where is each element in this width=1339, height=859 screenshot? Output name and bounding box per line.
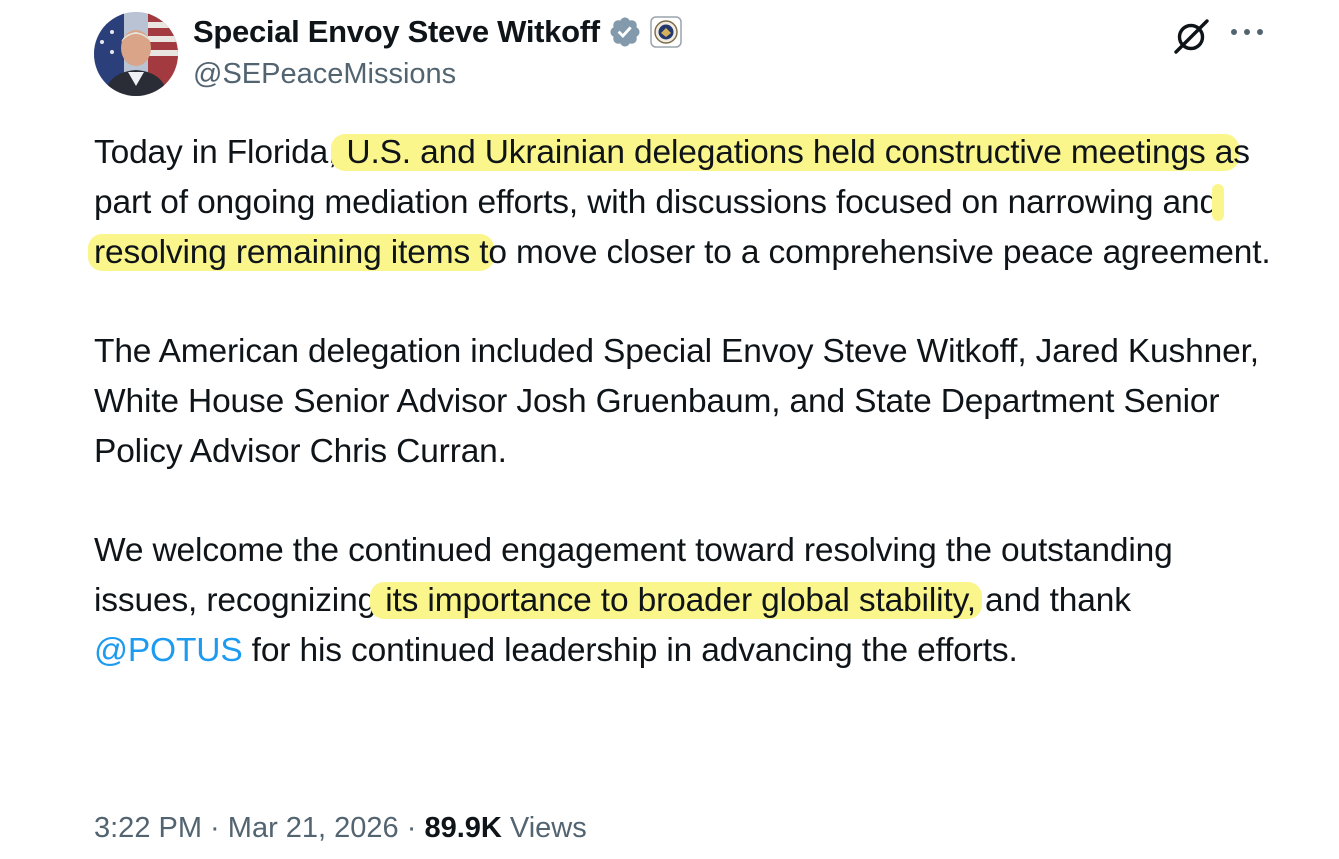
post-meta: 3:22 PM · Mar 21, 2026 · 89.9K Views [94, 812, 587, 845]
text-run: for his continued leadership in advancin… [242, 631, 1018, 669]
highlight: U.S. and Ukrainian delegations held cons… [331, 134, 1240, 171]
text-run: o move closer to a comprehensive peace a… [488, 233, 1271, 271]
text-run: and thank [975, 582, 1131, 620]
post-paragraph-2: The American delegation included Special… [94, 333, 1259, 470]
author-handle[interactable]: @SEPeaceMissions [193, 58, 456, 91]
verified-badge-icon[interactable] [608, 15, 642, 49]
post-time[interactable]: 3:22 PM [94, 812, 202, 844]
grok-icon[interactable] [1170, 14, 1214, 58]
mention-link[interactable]: @POTUS [94, 632, 243, 669]
state-department-seal-icon[interactable] [650, 16, 682, 48]
profile-photo [94, 12, 178, 96]
separator: · [398, 812, 425, 844]
views-count[interactable]: 89.9K [424, 812, 501, 844]
highlight: its importance to broader global stabili… [370, 582, 982, 620]
avatar[interactable] [94, 12, 178, 96]
post-paragraph-3: We welcome the continued engagement towa… [94, 526, 1279, 675]
author-name-row: Special Envoy Steve Witkoff [193, 14, 682, 50]
post-text: Today in Florida, U.S. and Ukrainian del… [88, 128, 1279, 676]
views-label[interactable]: Views [502, 812, 587, 844]
more-dots-icon[interactable] [1226, 15, 1268, 49]
post-paragraph-1: Today in Florida, U.S. and Ukrainian del… [88, 128, 1279, 277]
author-name[interactable]: Special Envoy Steve Witkoff [193, 14, 600, 50]
text-run: Today in Florida, [94, 134, 338, 171]
separator: · [202, 812, 228, 844]
post-date[interactable]: Mar 21, 2026 [228, 812, 399, 844]
